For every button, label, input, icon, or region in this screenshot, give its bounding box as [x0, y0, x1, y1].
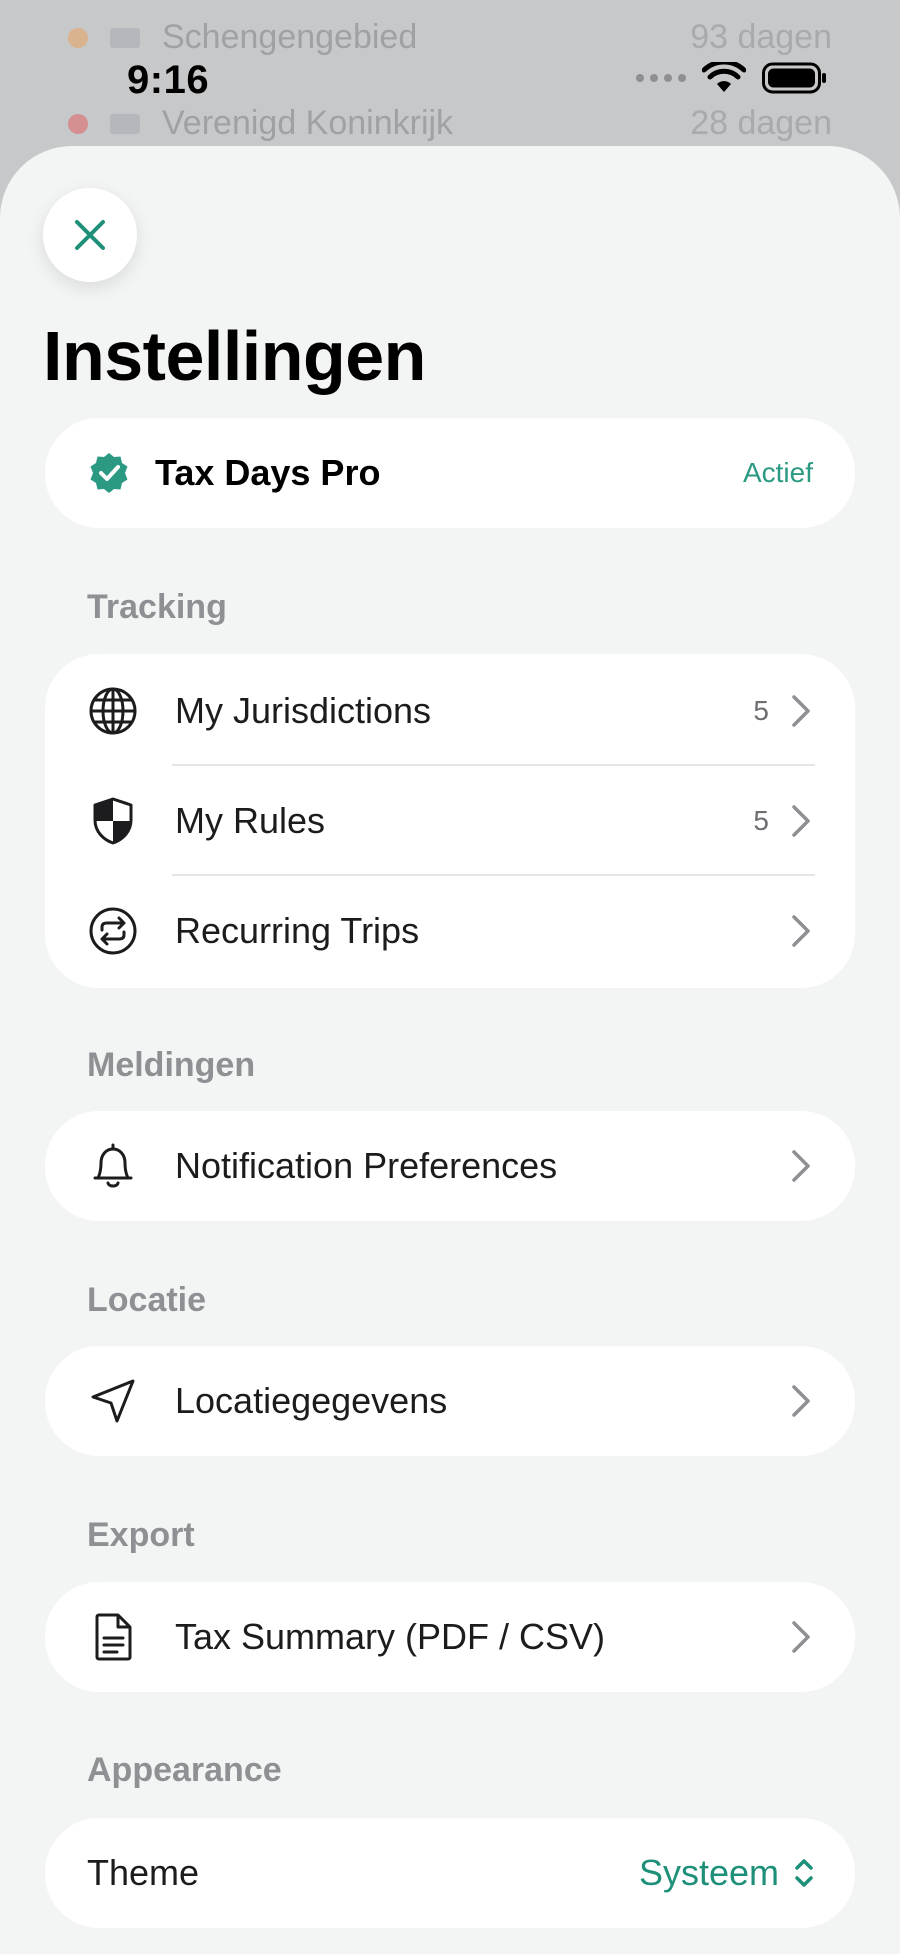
subscription-status: Actief [742, 457, 813, 488]
section-label-tracking: Tracking [87, 588, 227, 626]
settings-item-notification-preferences[interactable]: Notification Preferences [45, 1111, 855, 1221]
globe-icon [87, 685, 139, 737]
close-icon [75, 220, 105, 250]
appearance-card: Theme Systeem [45, 1818, 855, 1928]
settings-item-tax-summary[interactable]: Tax Summary (PDF / CSV) [45, 1582, 855, 1692]
page-title: Instellingen [43, 317, 426, 395]
settings-item-locatiegegevens[interactable]: Locatiegegevens [45, 1346, 855, 1456]
status-icons [636, 62, 828, 94]
settings-item-my-jurisdictions[interactable]: My Jurisdictions 5 [45, 656, 855, 766]
location-arrow-icon [87, 1375, 139, 1427]
bell-icon [87, 1140, 139, 1192]
settings-item-label: Notification Preferences [175, 1145, 558, 1186]
settings-item-label: My Rules [175, 800, 326, 841]
settings-item-count: 5 [753, 695, 769, 726]
settings-item-my-rules[interactable]: My Rules 5 [45, 766, 855, 876]
verified-badge-icon [90, 453, 128, 493]
battery-icon [762, 62, 826, 94]
settings-item-recurring-trips[interactable]: Recurring Trips [45, 876, 855, 986]
chevron-right-icon [787, 1617, 815, 1657]
section-label-meldingen: Meldingen [87, 1046, 256, 1084]
chevron-right-icon [787, 691, 815, 731]
location-card: Locatiegegevens [45, 1346, 855, 1456]
subscription-row[interactable]: Tax Days Pro Actief [45, 418, 855, 528]
wifi-icon [702, 62, 746, 92]
subscription-card[interactable]: Tax Days Pro Actief [45, 418, 855, 528]
status-time: 9:16 [127, 58, 210, 102]
chevron-right-icon [787, 1381, 815, 1421]
settings-item-label: Tax Summary (PDF / CSV) [175, 1616, 606, 1657]
status-bar: 9:16 [0, 0, 900, 150]
settings-item-label: Recurring Trips [175, 910, 420, 951]
close-button[interactable] [43, 188, 137, 282]
section-label-appearance: Appearance [87, 1751, 282, 1789]
theme-value: Systeem [638, 1852, 779, 1893]
settings-item-count: 5 [753, 805, 769, 836]
chevron-right-icon [787, 911, 815, 951]
section-label-export: Export [87, 1516, 195, 1554]
shield-icon [87, 795, 139, 847]
chevron-right-icon [787, 801, 815, 841]
chevron-right-icon [787, 1146, 815, 1186]
theme-label: Theme [87, 1852, 200, 1893]
subscription-name: Tax Days Pro [155, 452, 381, 493]
settings-item-label: Locatiegegevens [175, 1380, 448, 1421]
chevron-up-down-icon [795, 1859, 813, 1887]
repeat-icon [87, 905, 139, 957]
export-card: Tax Summary (PDF / CSV) [45, 1582, 855, 1692]
settings-item-label: My Jurisdictions [175, 690, 432, 731]
cellular-signal-icon [636, 74, 686, 82]
theme-picker[interactable]: Theme Systeem [45, 1818, 855, 1928]
settings-sheet: Instellingen Tax Days Pro Actief Trackin… [0, 146, 900, 1954]
tracking-card: My Jurisdictions 5 My Rules 5 Recurring … [45, 654, 855, 988]
document-icon [87, 1611, 139, 1663]
notifications-card: Notification Preferences [45, 1111, 855, 1221]
section-label-locatie: Locatie [87, 1281, 207, 1319]
